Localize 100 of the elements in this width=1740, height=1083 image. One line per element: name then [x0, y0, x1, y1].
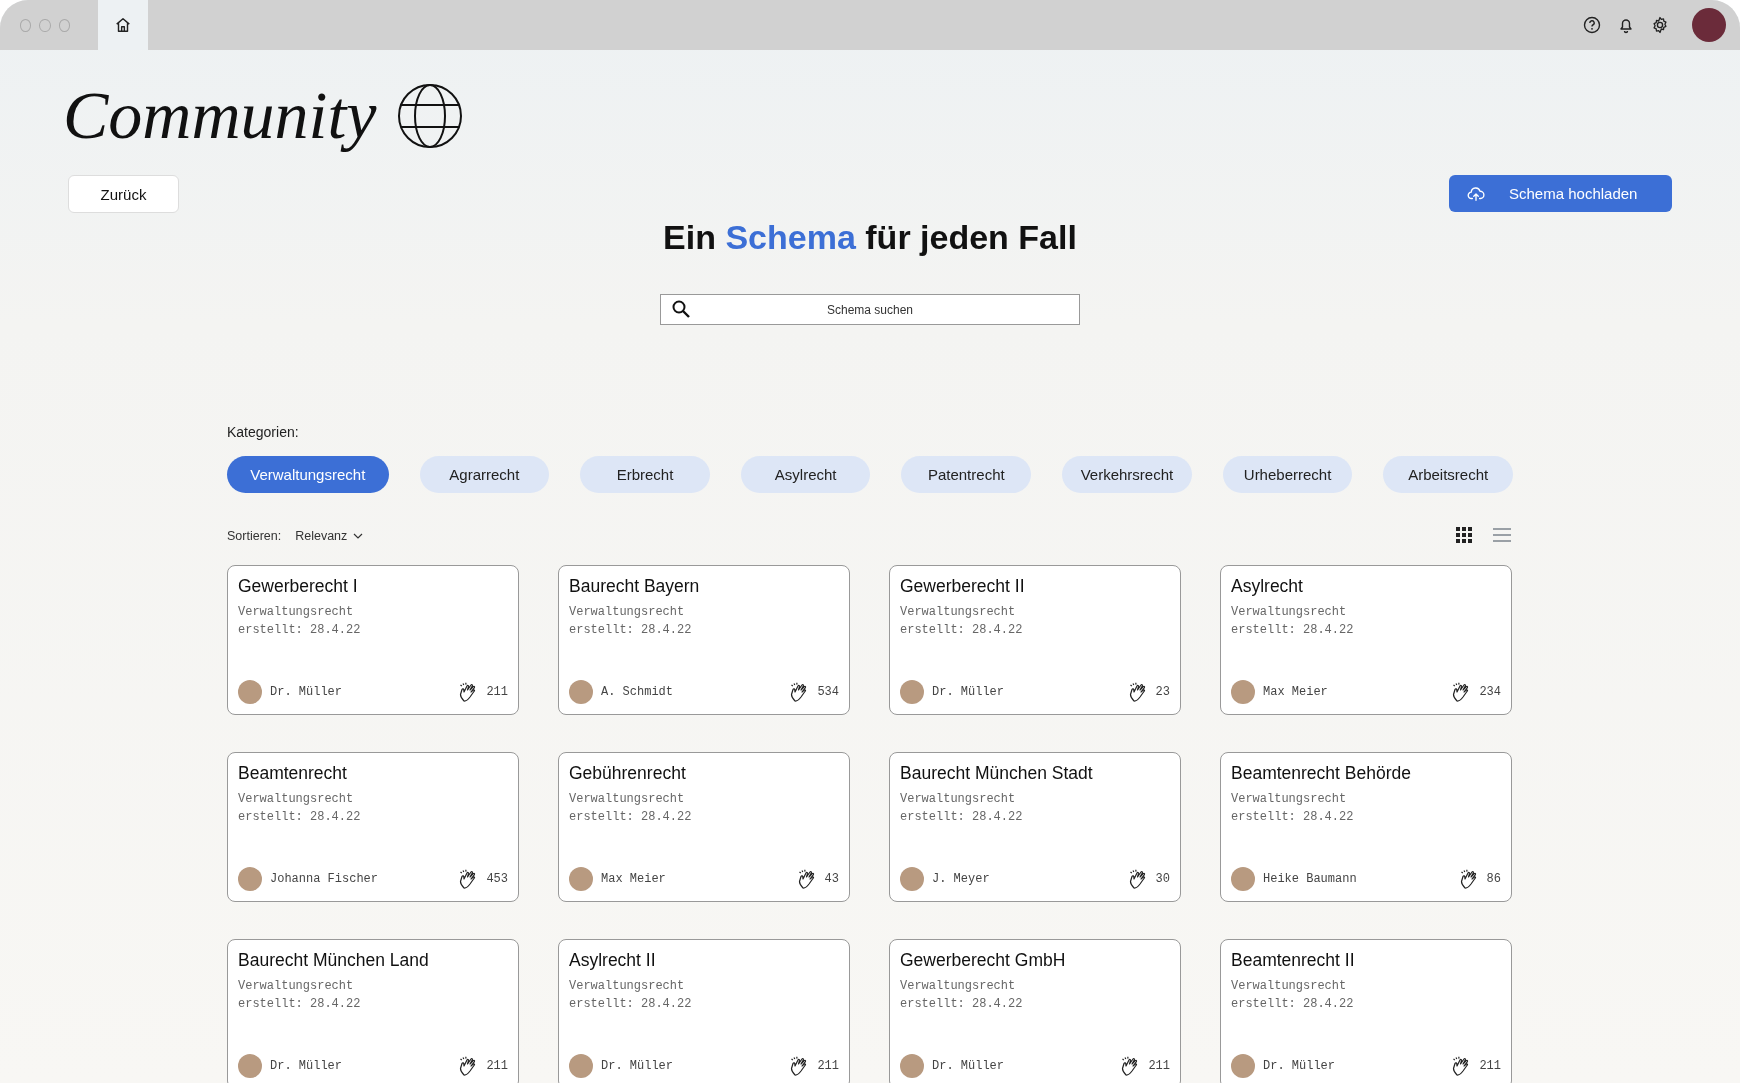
- card-date: erstellt: 28.4.22: [569, 996, 693, 1013]
- home-icon: [114, 16, 132, 34]
- clap-count: 234: [1479, 685, 1501, 699]
- card-date: erstellt: 28.4.22: [238, 809, 362, 826]
- clap-count: 534: [817, 685, 839, 699]
- card-title: Gewerberecht GmbH: [900, 950, 1067, 971]
- author-name: Dr. Müller: [932, 1059, 1004, 1073]
- card-title: Baurecht München Stadt: [900, 763, 1094, 784]
- card-date: erstellt: 28.4.22: [569, 809, 693, 826]
- card-category: Verwaltungsrecht: [900, 978, 1017, 995]
- home-tab[interactable]: [98, 0, 148, 50]
- author-avatar: [238, 1054, 262, 1078]
- sort-dropdown[interactable]: Relevanz: [295, 529, 364, 543]
- card-category: Verwaltungsrecht: [569, 604, 686, 621]
- card-category: Verwaltungsrecht: [1231, 604, 1348, 621]
- globe-icon: [396, 82, 463, 149]
- category-chip[interactable]: Urheberrecht: [1222, 456, 1353, 493]
- card-category: Verwaltungsrecht: [238, 604, 355, 621]
- card-title: Gewerberecht II: [900, 576, 1026, 597]
- clap-count: 86: [1486, 872, 1501, 886]
- upload-button[interactable]: Schema hochladen: [1449, 175, 1672, 212]
- user-avatar[interactable]: [1692, 8, 1726, 42]
- author-name: Heike Baumann: [1263, 872, 1357, 886]
- schema-card[interactable]: Gebührenrecht Verwaltungsrecht erstellt: 28.4.22 Max Meier 43: [558, 752, 850, 902]
- card-category: Verwaltungsrecht: [238, 978, 355, 995]
- clap-count: 43: [824, 872, 839, 886]
- category-chip[interactable]: Agrarrecht: [419, 456, 550, 493]
- author-avatar: [900, 867, 924, 891]
- clap-count: 211: [1479, 1059, 1501, 1073]
- page-heading: Ein Schema für jeden Fall: [663, 218, 1077, 257]
- card-date: erstellt: 28.4.22: [238, 622, 362, 639]
- schema-card[interactable]: Gewerberecht GmbH Verwaltungsrecht erstellt: 28.4.22 Dr. Müller 211: [889, 939, 1181, 1083]
- page-title: Community: [63, 76, 377, 155]
- author-avatar: [238, 680, 262, 704]
- back-button[interactable]: Zurück: [68, 175, 179, 213]
- category-chip[interactable]: Verkehrsrecht: [1062, 456, 1192, 493]
- category-chip[interactable]: Verwaltungsrecht: [227, 456, 389, 493]
- clap-count: 211: [817, 1059, 839, 1073]
- schema-card[interactable]: Beamtenrecht II Verwaltungsrecht erstellt: 28.4.22 Dr. Müller 211: [1220, 939, 1512, 1083]
- card-title: Beamtenrecht II: [1231, 950, 1356, 971]
- card-date: erstellt: 28.4.22: [1231, 996, 1355, 1013]
- author-avatar: [1231, 680, 1255, 704]
- schema-card[interactable]: Beamtenrecht Behörde Verwaltungsrecht erstellt: 28.4.22 Heike Baumann 86: [1220, 752, 1512, 902]
- schema-card[interactable]: Beamtenrecht Verwaltungsrecht erstellt: 28.4.22 Johanna Fischer 453: [227, 752, 519, 902]
- card-category: Verwaltungsrecht: [1231, 791, 1348, 808]
- card-date: erstellt: 28.4.22: [900, 996, 1024, 1013]
- card-title: Gebührenrecht: [569, 763, 687, 784]
- clap-count: 453: [486, 872, 508, 886]
- clap-count: 211: [486, 1059, 508, 1073]
- card-date: erstellt: 28.4.22: [569, 622, 693, 639]
- author-name: Dr. Müller: [932, 685, 1004, 699]
- search-icon: [671, 299, 691, 319]
- search-field[interactable]: Schema suchen: [660, 294, 1080, 325]
- card-title: Beamtenrecht Behörde: [1231, 763, 1412, 784]
- card-title: Baurecht München Land: [238, 950, 430, 971]
- settings-icon[interactable]: [1650, 15, 1670, 35]
- author-name: Johanna Fischer: [270, 872, 379, 886]
- card-title: Asylrecht II: [569, 950, 657, 971]
- author-name: J. Meyer: [932, 872, 990, 886]
- card-title: Gewerberecht I: [238, 576, 359, 597]
- card-date: erstellt: 28.4.22: [900, 622, 1024, 639]
- schema-card[interactable]: Baurecht München Land Verwaltungsrecht erstellt: 28.4.22 Dr. Müller 211: [227, 939, 519, 1083]
- author-avatar: [238, 867, 262, 891]
- card-title: Asylrecht: [1231, 576, 1304, 597]
- author-avatar: [1231, 1054, 1255, 1078]
- category-chip[interactable]: Erbrecht: [580, 456, 710, 493]
- author-avatar: [1231, 867, 1255, 891]
- author-name: A. Schmidt: [601, 685, 673, 699]
- schema-card[interactable]: Gewerberecht I Verwaltungsrecht erstellt: 28.4.22 Dr. Müller 211: [227, 565, 519, 715]
- schema-card[interactable]: Gewerberecht II Verwaltungsrecht erstellt: 28.4.22 Dr. Müller 23: [889, 565, 1181, 715]
- author-name: Dr. Müller: [1263, 1059, 1335, 1073]
- author-avatar: [569, 680, 593, 704]
- clap-count: 211: [1148, 1059, 1170, 1073]
- author-name: Dr. Müller: [601, 1059, 673, 1073]
- schema-card[interactable]: Asylrecht II Verwaltungsrecht erstellt: 28.4.22 Dr. Müller 211: [558, 939, 850, 1083]
- author-avatar: [900, 1054, 924, 1078]
- author-avatar: [569, 1054, 593, 1078]
- card-category: Verwaltungsrecht: [900, 791, 1017, 808]
- category-chip[interactable]: Patentrecht: [901, 456, 1032, 493]
- author-name: Max Meier: [601, 872, 666, 886]
- author-avatar: [900, 680, 924, 704]
- card-category: Verwaltungsrecht: [900, 604, 1017, 621]
- schema-card[interactable]: Baurecht München Stadt Verwaltungsrecht erstellt: 28.4.22 J. Meyer 30: [889, 752, 1181, 902]
- schema-card[interactable]: Baurecht Bayern Verwaltungsrecht erstellt: 28.4.22 A. Schmidt 534: [558, 565, 850, 715]
- cloud-upload-icon: [1467, 184, 1485, 203]
- card-category: Verwaltungsrecht: [1231, 978, 1348, 995]
- schema-card[interactable]: Asylrecht Verwaltungsrecht erstellt: 28.4.22 Max Meier 234: [1220, 565, 1512, 715]
- categories-label: Kategorien:: [227, 424, 300, 440]
- card-date: erstellt: 28.4.22: [1231, 622, 1355, 639]
- card-category: Verwaltungsrecht: [569, 791, 686, 808]
- card-category: Verwaltungsrecht: [569, 978, 686, 995]
- card-date: erstellt: 28.4.22: [1231, 809, 1355, 826]
- sort-label: Sortieren:: [227, 529, 282, 543]
- clap-count: 23: [1155, 685, 1170, 699]
- help-icon[interactable]: [1582, 15, 1602, 35]
- category-chip[interactable]: Asylrecht: [740, 456, 871, 493]
- card-category: Verwaltungsrecht: [238, 791, 355, 808]
- author-avatar: [569, 867, 593, 891]
- author-name: Dr. Müller: [270, 1059, 342, 1073]
- category-chip[interactable]: Arbeitsrecht: [1383, 456, 1514, 493]
